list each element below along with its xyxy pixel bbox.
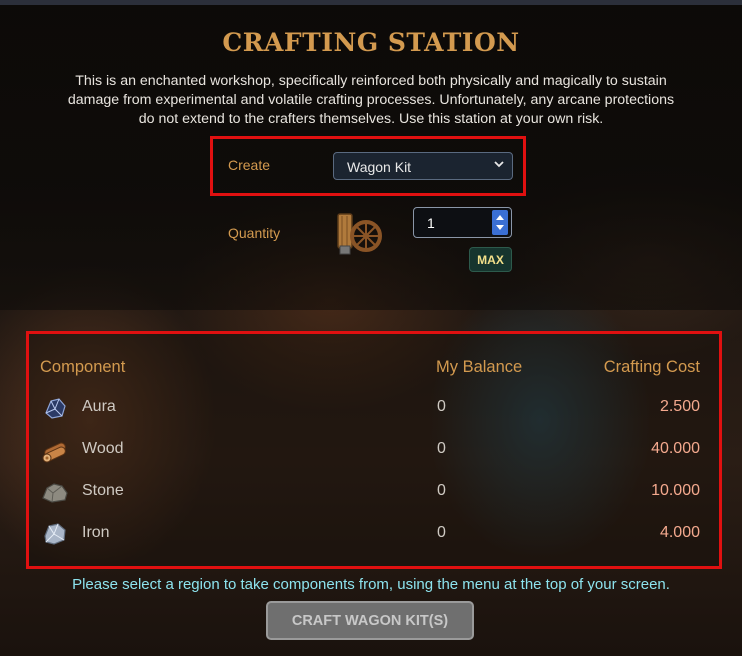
quantity-stepper[interactable] (492, 210, 508, 235)
component-cost: 10.000 (651, 482, 700, 499)
aura-icon (45, 398, 66, 419)
stepper-up-icon[interactable] (495, 213, 505, 221)
component-cost: 40.000 (651, 440, 700, 457)
component-name: Wood (82, 440, 124, 457)
stepper-down-icon[interactable] (495, 224, 505, 232)
column-header-balance: My Balance (436, 358, 523, 376)
component-name: Iron (82, 524, 110, 541)
region-notice: Please select a region to take component… (72, 576, 670, 593)
create-select[interactable]: Wagon Kit (333, 152, 513, 180)
component-balance: 0 (437, 440, 446, 457)
stone-icon (42, 483, 68, 503)
column-header-component: Component (40, 358, 126, 376)
page-title: CRAFTING STATION (222, 28, 520, 57)
create-select-value: Wagon Kit (347, 159, 412, 175)
create-label: Create (228, 157, 271, 173)
component-balance: 0 (437, 482, 446, 499)
station-description: This is an enchanted workshop, specifica… (67, 73, 675, 127)
max-button[interactable]: MAX (469, 247, 512, 272)
quantity-input[interactable]: 1 (413, 207, 512, 238)
top-strip (0, 0, 742, 5)
component-name: Stone (82, 482, 124, 499)
component-name: Aura (82, 398, 116, 415)
column-header-cost: Crafting Cost (603, 358, 700, 376)
quantity-label: Quantity (228, 225, 281, 241)
chevron-down-icon (494, 161, 504, 168)
component-cost: 2.500 (659, 398, 700, 415)
wagon-kit-icon (337, 213, 382, 255)
component-cost: 4.000 (659, 524, 700, 541)
component-balance: 0 (437, 524, 446, 541)
component-balance: 0 (437, 398, 446, 415)
quantity-value: 1 (427, 215, 435, 231)
wood-icon (42, 442, 66, 463)
iron-icon (44, 523, 66, 545)
craft-button[interactable]: CRAFT WAGON KIT(S) (266, 601, 474, 640)
